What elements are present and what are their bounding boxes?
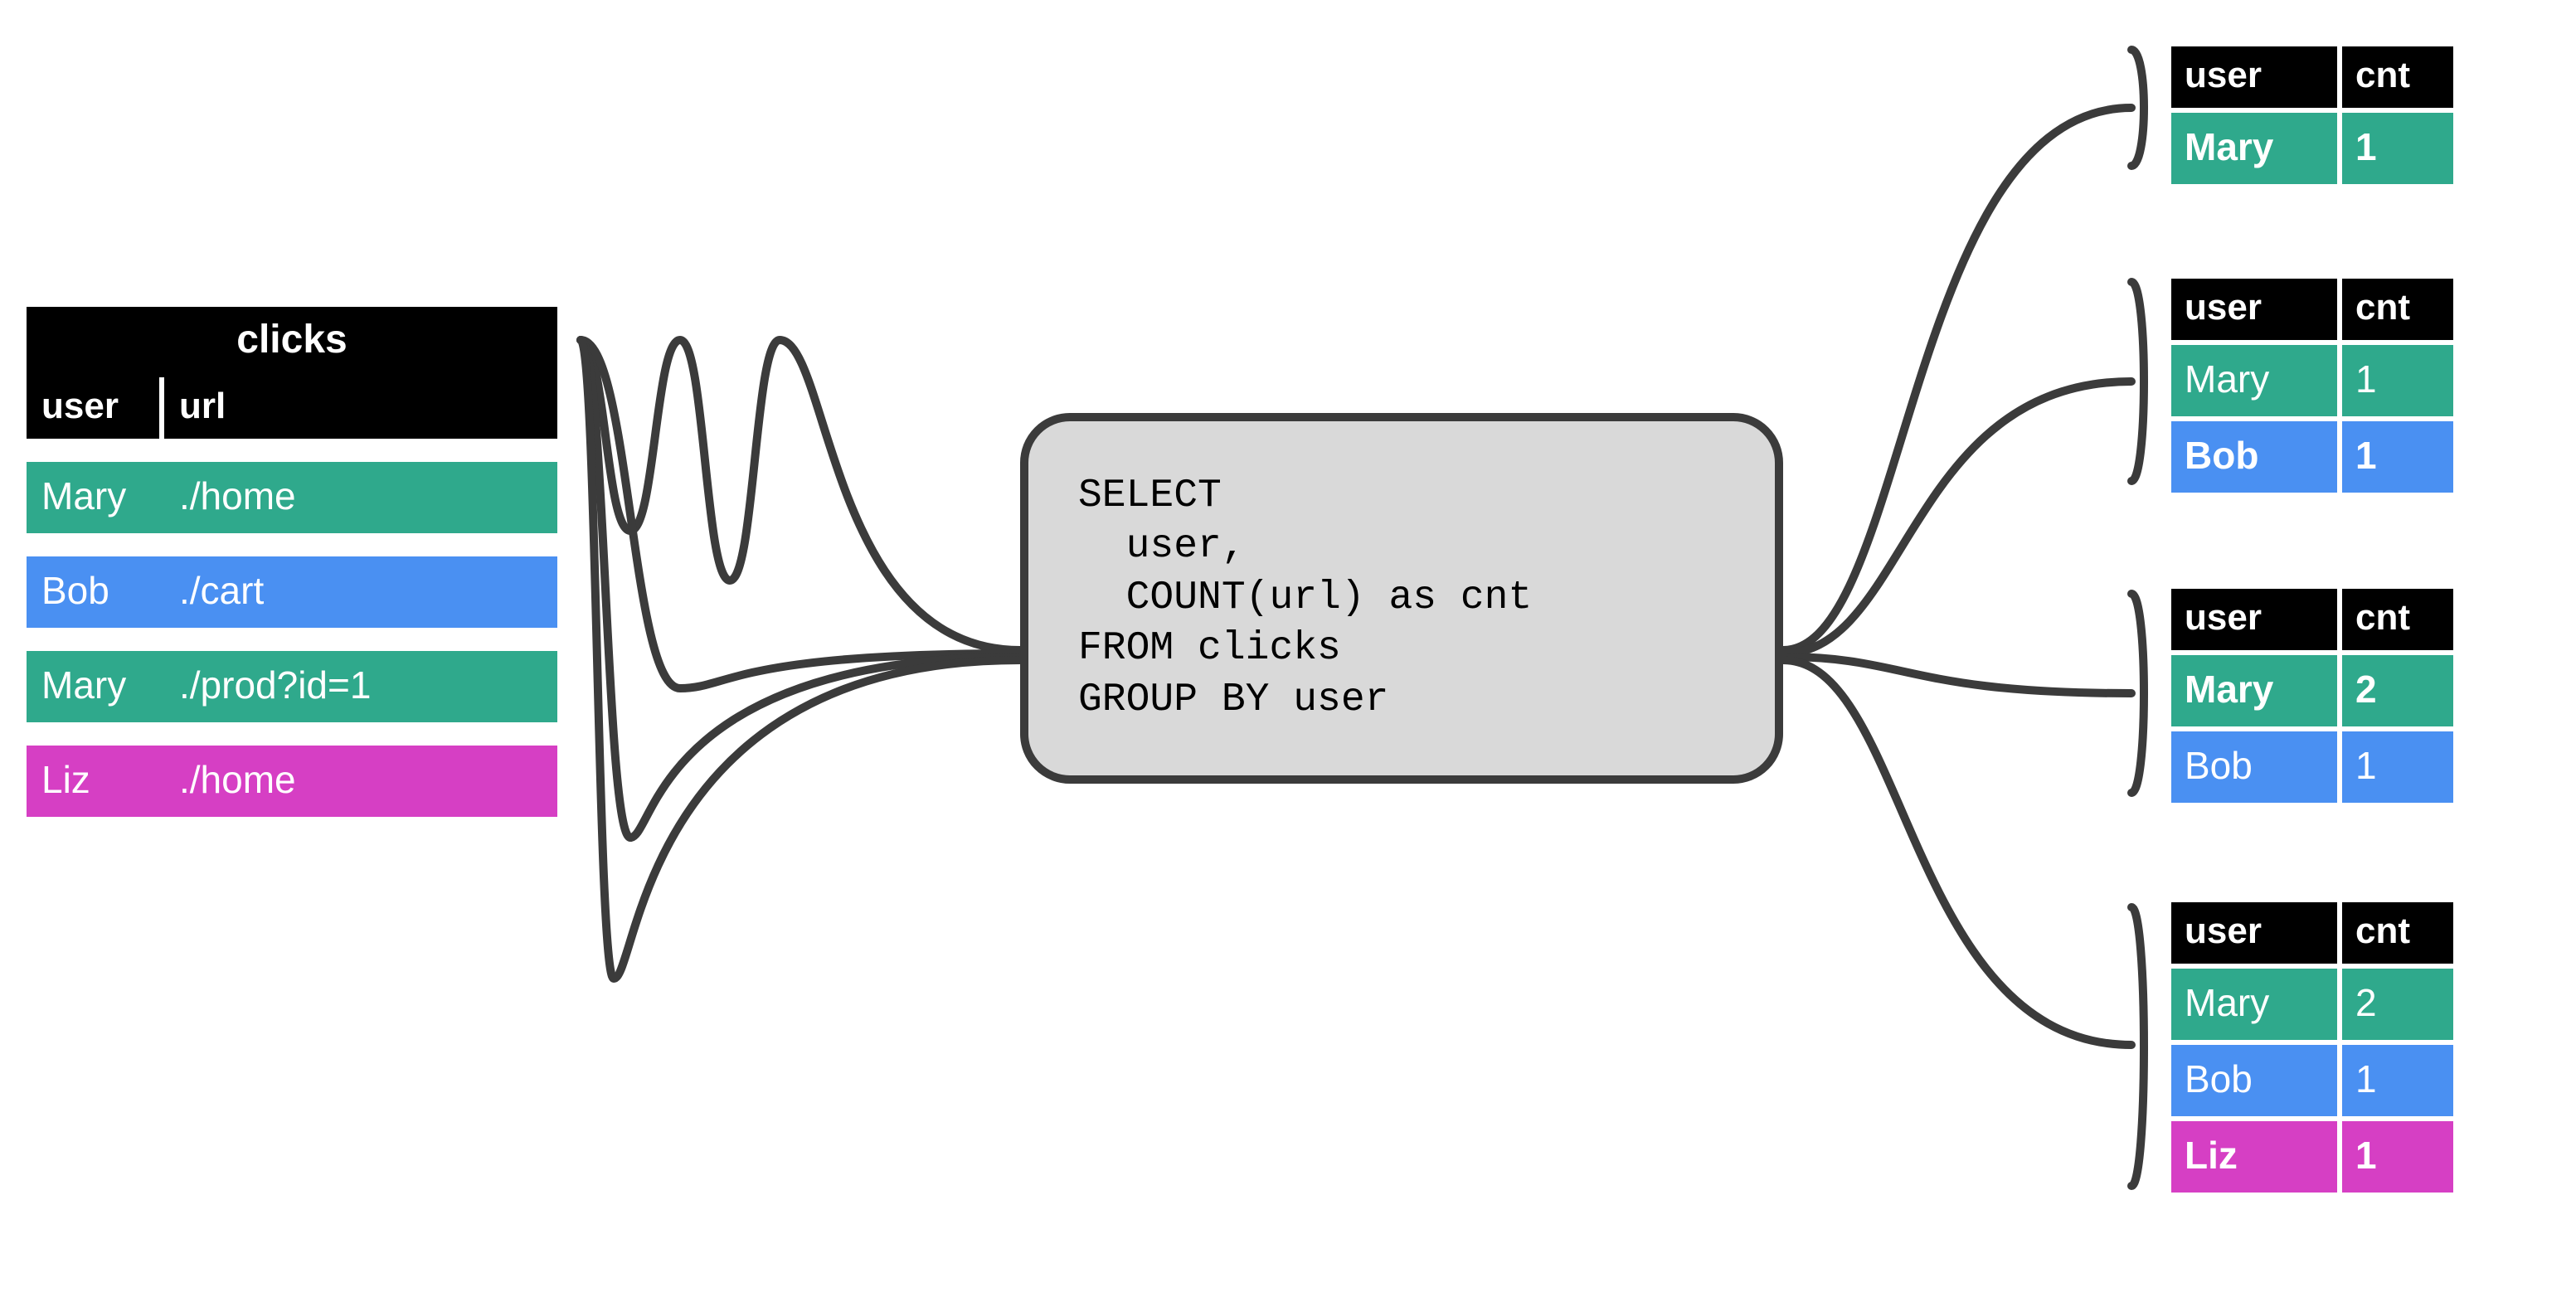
output-4-row-0-user: Mary: [2171, 969, 2337, 1040]
output-2-row-0: Mary 1: [2171, 345, 2453, 416]
output-2-row-0-cnt: 1: [2342, 345, 2453, 416]
output-3-header-cnt: cnt: [2342, 589, 2453, 650]
sql-query-box: SELECT user, COUNT(url) as cnt FROM clic…: [1020, 413, 1783, 784]
output-4-row-1-cnt: 1: [2342, 1045, 2453, 1116]
output-4-header-cnt: cnt: [2342, 902, 2453, 964]
output-3-row-0: Mary 2: [2171, 655, 2453, 726]
input-row-2: Mary ./prod?id=1: [27, 651, 557, 722]
output-2-row-1-cnt: 1: [2342, 421, 2453, 493]
input-row-1-url: ./cart: [164, 556, 557, 628]
input-row-0-url: ./home: [164, 462, 557, 533]
output-4-row-2-user: Liz: [2171, 1121, 2337, 1193]
output-3-row-1: Bob 1: [2171, 731, 2453, 803]
output-1-headers: user cnt: [2171, 46, 2453, 108]
output-3-row-1-cnt: 1: [2342, 731, 2453, 803]
input-row-2-user: Mary: [27, 651, 159, 722]
output-2-row-0-user: Mary: [2171, 345, 2337, 416]
input-row-2-url: ./prod?id=1: [164, 651, 557, 722]
input-header-url: url: [164, 377, 557, 439]
input-row-3: Liz ./home: [27, 746, 557, 817]
output-2-row-1-user: Bob: [2171, 421, 2337, 493]
output-1-header-cnt: cnt: [2342, 46, 2453, 108]
input-table-headers: user url: [27, 377, 557, 439]
output-3-row-0-cnt: 2: [2342, 655, 2453, 726]
output-1-row-0-user: Mary: [2171, 113, 2337, 184]
sql-query-text: SELECT user, COUNT(url) as cnt FROM clic…: [1078, 471, 1742, 726]
input-row-1: Bob ./cart: [27, 556, 557, 628]
output-4-row-0: Mary 2: [2171, 969, 2453, 1040]
output-1-row-0-cnt: 1: [2342, 113, 2453, 184]
output-4-row-2-cnt: 1: [2342, 1121, 2453, 1193]
output-snapshot-3: user cnt Mary 2 Bob 1: [2171, 589, 2453, 803]
input-row-0-user: Mary: [27, 462, 159, 533]
output-3-header-user: user: [2171, 589, 2337, 650]
output-4-headers: user cnt: [2171, 902, 2453, 964]
output-2-header-cnt: cnt: [2342, 279, 2453, 340]
output-1-header-user: user: [2171, 46, 2337, 108]
input-table-title: clicks: [27, 307, 557, 377]
output-4-row-1: Bob 1: [2171, 1045, 2453, 1116]
input-row-3-url: ./home: [164, 746, 557, 817]
input-row-3-user: Liz: [27, 746, 159, 817]
output-2-row-1: Bob 1: [2171, 421, 2453, 493]
output-1-row-0: Mary 1: [2171, 113, 2453, 184]
output-4-header-user: user: [2171, 902, 2337, 964]
output-2-headers: user cnt: [2171, 279, 2453, 340]
input-row-1-user: Bob: [27, 556, 159, 628]
input-header-user: user: [27, 377, 159, 439]
output-snapshot-4: user cnt Mary 2 Bob 1 Liz 1: [2171, 902, 2453, 1193]
output-4-row-0-cnt: 2: [2342, 969, 2453, 1040]
output-4-row-1-user: Bob: [2171, 1045, 2337, 1116]
output-3-row-1-user: Bob: [2171, 731, 2337, 803]
diagram-stage: clicks user url Mary ./home Bob ./cart M…: [0, 0, 2576, 1297]
output-2-header-user: user: [2171, 279, 2337, 340]
output-3-headers: user cnt: [2171, 589, 2453, 650]
output-snapshot-1: user cnt Mary 1: [2171, 46, 2453, 184]
output-snapshot-2: user cnt Mary 1 Bob 1: [2171, 279, 2453, 493]
input-row-0: Mary ./home: [27, 462, 557, 533]
output-4-row-2: Liz 1: [2171, 1121, 2453, 1193]
input-table-clicks: clicks user url Mary ./home Bob ./cart M…: [27, 307, 557, 817]
output-3-row-0-user: Mary: [2171, 655, 2337, 726]
